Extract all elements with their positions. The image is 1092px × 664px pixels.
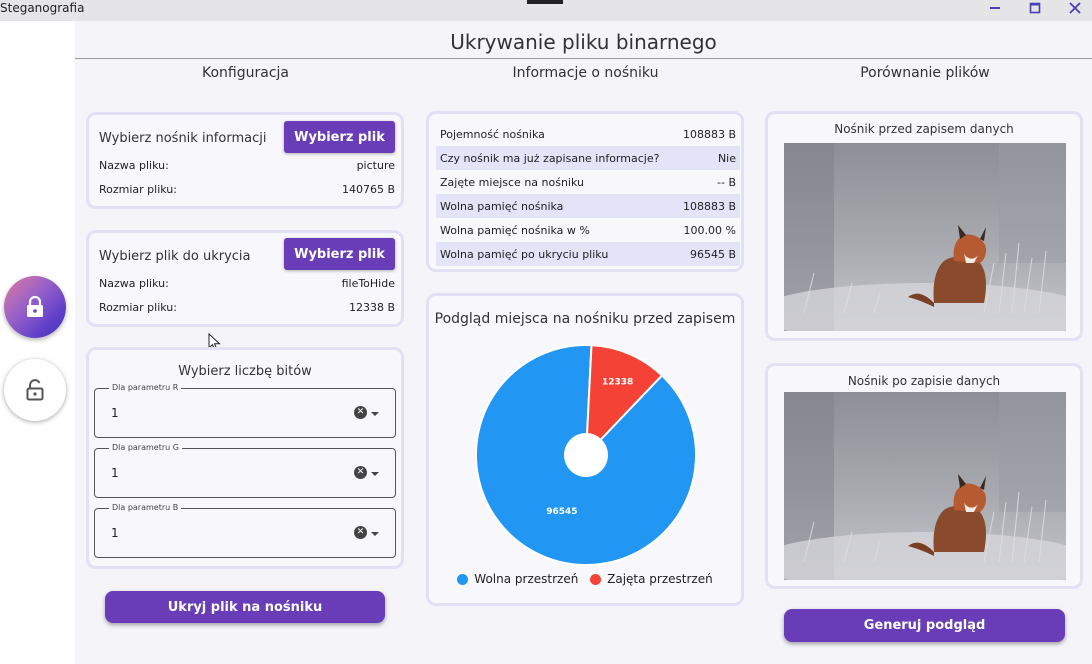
clear-icon[interactable]: ✕ [354,466,367,479]
pie-label-used: 12338 [602,378,633,388]
carrier-name-value: picture [356,159,395,172]
bits-select-g-value: 1 [111,466,119,480]
after-image-card: Nośnik po zapisie danych [765,363,1083,589]
info-row: Wolna pamięć po ukryciu pliku 96545 B [436,242,740,266]
carrier-name-row: Nazwa pliku: picture [99,159,395,172]
info-label: Wolna pamięć nośnika [440,199,564,213]
navigation-rail [0,21,75,664]
hide-file-button[interactable]: Ukryj plik na nośniku [105,591,385,623]
info-column-title: Informacje o nośniku [512,65,659,81]
bits-select-b-label: Dla parametru B [109,503,182,512]
info-label: Wolna pamięć po ukryciu pliku [440,247,609,261]
hidden-file-heading: Wybierz plik do ukrycia [99,249,251,264]
hidden-file-card: Wybierz plik do ukrycia Wybierz plik Naz… [86,230,404,327]
info-value: 100.00 % [683,223,736,237]
preview-title: Podgląd miejsca na nośniku przed zapisem [434,311,736,327]
carrier-card: Wybierz nośnik informacji Wybierz plik N… [86,112,404,209]
select-carrier-button[interactable]: Wybierz plik [284,121,395,153]
chevron-down-icon[interactable] [371,472,379,476]
info-row: Wolna pamięć nośnika w % 100.00 % [436,218,740,242]
header-divider [75,58,1092,59]
clear-icon[interactable]: ✕ [354,526,367,539]
carrier-size-value: 140765 B [341,183,395,196]
bits-select-b[interactable]: Dla parametru B 1 ✕ [94,503,396,558]
legend-item-used: Zajęta przestrzeń [590,572,713,586]
hidden-file-size-row: Rozmiar pliku: 12338 B [99,301,395,314]
legend-dot-free [457,573,469,585]
carrier-image-after [784,392,1066,580]
before-image-card: Nośnik przed zapisem danych [765,111,1083,341]
select-hidden-file-button[interactable]: Wybierz plik [284,238,395,270]
title-bar-notch [527,0,563,4]
bits-select-g[interactable]: Dla parametru G 1 ✕ [94,443,396,498]
compare-column-title: Porównanie plików [860,65,990,81]
bits-select-g-label: Dla parametru G [109,443,182,452]
info-row: Wolna pamięć nośnika 108883 B [436,194,740,218]
minimize-icon[interactable] [980,0,1010,16]
donut-hole [565,434,607,476]
close-icon[interactable] [1060,0,1090,16]
hidden-file-size-label: Rozmiar pliku: [99,301,177,314]
info-value: 108883 B [682,127,736,141]
info-value: 108883 B [682,199,736,213]
window-title: Steganografia [0,1,85,15]
info-value: Nie [717,151,736,165]
carrier-name-label: Nazwa pliku: [99,159,169,172]
carrier-info-card: Pojemność nośnika 108883 B Czy nośnik ma… [426,111,744,272]
after-image-title: Nośnik po zapisie danych [847,374,1001,388]
legend-dot-used [590,573,602,585]
bits-heading: Wybierz liczbę bitów [178,364,312,379]
hidden-file-name-value: fileToHide [341,277,395,290]
hidden-file-size-value: 12338 B [348,301,395,314]
generate-preview-button[interactable]: Generuj podgląd [784,609,1065,642]
bits-card: Wybierz liczbę bitów Dla parametru R 1 ✕… [86,347,404,569]
lock-closed-icon [27,295,43,317]
carrier-size-label: Rozmiar pliku: [99,183,177,196]
space-donut-chart: 96545 12338 [475,344,697,566]
carrier-heading: Wybierz nośnik informacji [99,131,267,146]
lock-open-icon [26,379,44,401]
maximize-icon[interactable] [1020,0,1050,16]
legend-item-free: Wolna przestrzeń [457,572,578,586]
pie-label-free: 96545 [546,507,577,517]
hidden-file-name-label: Nazwa pliku: [99,277,169,290]
preview-card: Podgląd miejsca na nośniku przed zapisem… [426,293,744,606]
chevron-down-icon[interactable] [371,532,379,536]
carrier-image-before [784,143,1066,331]
legend-label-used: Zajęta przestrzeń [607,572,713,586]
info-row: Pojemność nośnika 108883 B [436,122,740,146]
info-label: Wolna pamięć nośnika w % [440,223,590,237]
page-title: Ukrywanie pliku binarnego [450,30,717,54]
info-label: Pojemność nośnika [440,127,545,141]
info-row: Zajęte miejsce na nośniku -- B [436,170,740,194]
info-value: -- B [717,175,736,189]
chart-legend: Wolna przestrzeń Zajęta przestrzeń [429,572,741,588]
bits-select-b-value: 1 [111,526,119,540]
bits-select-r[interactable]: Dla parametru R 1 ✕ [94,383,396,438]
config-column-title: Konfiguracja [201,65,289,81]
title-bar: Steganografia [0,0,1092,21]
hide-mode-button[interactable] [4,276,66,338]
clear-icon[interactable]: ✕ [354,406,367,419]
chevron-down-icon[interactable] [371,412,379,416]
reveal-mode-button[interactable] [4,359,66,421]
info-label: Czy nośnik ma już zapisane informacje? [440,151,660,165]
bits-select-r-value: 1 [111,406,119,420]
legend-label-free: Wolna przestrzeń [474,572,579,586]
before-image-title: Nośnik przed zapisem danych [834,122,1014,136]
info-value: 96545 B [689,247,736,261]
info-row: Czy nośnik ma już zapisane informacje? N… [436,146,740,170]
bits-select-r-label: Dla parametru R [109,383,182,392]
hidden-file-name-row: Nazwa pliku: fileToHide [99,277,395,290]
info-label: Zajęte miejsce na nośniku [440,175,584,189]
carrier-size-row: Rozmiar pliku: 140765 B [99,183,395,196]
